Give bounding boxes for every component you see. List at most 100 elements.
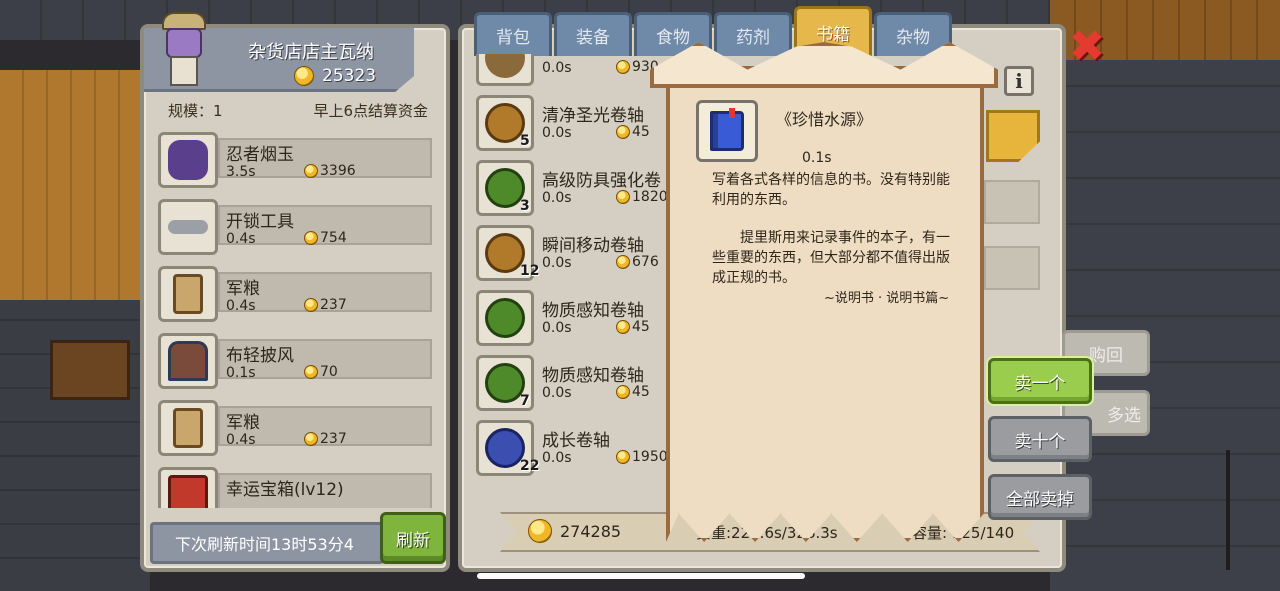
lucky-chest-icon <box>168 475 208 508</box>
shop-item-name: 军粮 <box>226 279 260 299</box>
inventory-item-name: 清净圣光卷轴 <box>542 106 644 126</box>
item-quantity: 22 <box>520 458 540 474</box>
home-indicator[interactable] <box>477 573 805 579</box>
inventory-item-time: 0.0s <box>542 255 572 271</box>
shop-item-name: 幸运宝箱(lv12) <box>226 480 344 500</box>
shop-item-price: 70 <box>304 364 338 380</box>
inventory-item-price: 1950 <box>616 449 668 465</box>
item-quantity: 7 <box>520 393 530 409</box>
scroll-icon <box>485 298 525 338</box>
gold-coin-icon <box>304 432 318 446</box>
inventory-item-price: 45 <box>616 319 650 335</box>
inventory-item-name: 物质感知卷轴 <box>542 301 644 321</box>
gold-coin-icon <box>616 125 630 139</box>
gold-coin-icon <box>304 365 318 379</box>
inventory-item-name: 瞬间移动卷轴 <box>542 236 644 256</box>
inventory-item-time: 0.0s <box>542 320 572 336</box>
ration-icon <box>173 408 203 448</box>
shop-item-price: 3396 <box>304 163 356 179</box>
inventory-item-price: 1820 <box>616 189 668 205</box>
shop-scale: 规模：1 <box>168 102 223 120</box>
gold-coin-icon <box>528 519 552 543</box>
scroll-icon <box>485 233 525 273</box>
sell-one-button[interactable]: 卖一个 <box>988 358 1092 404</box>
inventory-item-time: 0.0s <box>542 125 572 141</box>
inventory-row-ghost <box>984 180 1040 224</box>
book-lore: 提里斯用来记录事件的本子，有一些重要的东西，但大部分都不值得出版成正规的书。 <box>712 230 950 286</box>
shop-item-time: 0.4s <box>226 432 256 448</box>
sell-ten-button[interactable]: 卖十个 <box>988 416 1092 462</box>
street-lamp <box>1226 450 1266 570</box>
inventory-item[interactable]: 3 高级防具强化卷 0.0s 1820 <box>470 154 670 219</box>
lockpick-key-icon <box>168 220 208 234</box>
gold-coin-icon <box>616 320 630 334</box>
shop-item-time: 3.5s <box>226 164 256 180</box>
shop-item-price: 237 <box>304 431 347 447</box>
scroll-icon <box>485 168 525 208</box>
shop-item[interactable]: 布轻披风 0.1s 70 <box>154 329 440 396</box>
book-icon <box>710 108 744 151</box>
refresh-button[interactable]: 刷新 <box>380 512 446 564</box>
inventory-tabs: 背包 装备 食物 药剂 书籍 杂物 <box>474 6 952 56</box>
inventory-item-list[interactable]: 0.0s 930 5 清净圣光卷轴 0.0s 45 3 高级防具强化卷 0.0s… <box>470 54 670 499</box>
player-gold-value: 274285 <box>560 521 622 541</box>
refresh-timer: 下次刷新时间13时53分4 <box>150 522 384 564</box>
inventory-item-price: 676 <box>616 254 659 270</box>
item-quantity: 12 <box>520 263 540 279</box>
tab-potions[interactable]: 药剂 <box>714 12 792 56</box>
inventory-item[interactable]: 0.0s 930 <box>470 54 670 89</box>
gold-coin-icon <box>616 255 630 269</box>
shop-item-name: 忍者烟玉 <box>226 145 294 165</box>
shop-item[interactable]: 军粮 0.4s 237 <box>154 396 440 463</box>
shop-item[interactable]: 幸运宝箱(lv12) <box>154 463 440 508</box>
inventory-item[interactable]: 12 瞬间移动卷轴 0.0s 676 <box>470 219 670 284</box>
book-title: 《珍惜水源》 <box>776 110 873 129</box>
tab-equipment[interactable]: 装备 <box>554 12 632 56</box>
ninja-smoke-bomb-icon <box>168 140 208 180</box>
book-description: 写着各式各样的信息的书。没有特别能利用的东西。 <box>712 172 950 208</box>
shop-item-price: 237 <box>304 297 347 313</box>
shop-item-time: 0.4s <box>226 231 256 247</box>
book-icon-slot <box>696 100 758 162</box>
gold-coin-icon <box>616 60 630 74</box>
inventory-item-time: 0.0s <box>542 385 572 401</box>
book-time: 0.1s <box>802 150 832 166</box>
shop-item[interactable]: 忍者烟玉 3.5s 3396 <box>154 128 440 195</box>
shop-item-name: 开锁工具 <box>226 212 294 232</box>
sell-all-button[interactable]: 全部卖掉 <box>988 474 1092 520</box>
inventory-item-name: 成长卷轴 <box>542 431 610 451</box>
shop-item-time: 0.4s <box>226 298 256 314</box>
merchant-info-row: 规模：1 早上6点结算资金 <box>168 100 428 121</box>
inventory-item-time: 0.0s <box>542 450 572 466</box>
inventory-item[interactable]: 5 清净圣光卷轴 0.0s 45 <box>470 89 670 154</box>
wooden-floor <box>0 70 150 300</box>
shop-item-list[interactable]: 忍者烟玉 3.5s 3396 开锁工具 0.4s 754 军粮 0.4s 237… <box>154 128 440 508</box>
inventory-item-time: 0.0s <box>542 60 572 76</box>
gold-coin-icon <box>616 385 630 399</box>
item-quantity: 3 <box>520 198 530 214</box>
inventory-item-name: 物质感知卷轴 <box>542 366 644 386</box>
inventory-item-price: 45 <box>616 124 650 140</box>
settlement-time: 早上6点结算资金 <box>313 102 428 120</box>
info-icon[interactable]: i <box>1004 66 1034 96</box>
merchant-gold-value: 25323 <box>322 66 377 86</box>
inventory-item-name: 高级防具强化卷 <box>542 171 661 191</box>
inventory-item[interactable]: 22 成长卷轴 0.0s 1950 <box>470 414 670 479</box>
merchant-shop-panel: 杂货店店主瓦纳 25323 规模：1 早上6点结算资金 忍者烟玉 3.5s 33… <box>140 12 450 572</box>
shop-item[interactable]: 军粮 0.4s 237 <box>154 262 440 329</box>
shop-item-name: 军粮 <box>226 413 260 433</box>
gold-coin-icon <box>616 190 630 204</box>
merchant-name: 杂货店店主瓦纳 <box>248 42 374 63</box>
shop-item-time: 0.1s <box>226 365 256 381</box>
tab-bag[interactable]: 背包 <box>474 12 552 56</box>
item-quantity: 5 <box>520 133 530 149</box>
gold-coin-icon <box>616 450 630 464</box>
gold-coin-icon <box>304 231 318 245</box>
shop-item[interactable]: 开锁工具 0.4s 754 <box>154 195 440 262</box>
scroll-icon <box>485 363 525 403</box>
inventory-item[interactable]: 物质感知卷轴 0.0s 45 <box>470 284 670 349</box>
shop-item-price: 754 <box>304 230 347 246</box>
scroll-icon <box>485 103 525 143</box>
close-x-icon[interactable]: ✖ <box>1066 24 1108 70</box>
inventory-item[interactable]: 7 物质感知卷轴 0.0s 45 <box>470 349 670 414</box>
